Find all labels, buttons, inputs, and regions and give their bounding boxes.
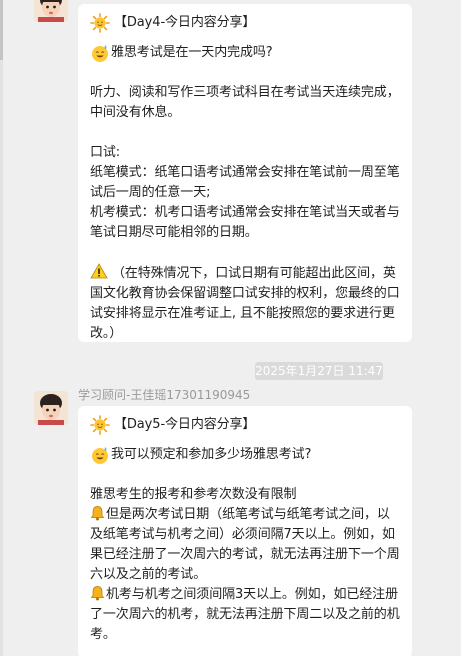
rule-1-text: 但是两次考试日期（纸笔考试与纸笔考试之间，以及纸笔考试与机考之间）必须间隔7天以…: [90, 505, 402, 585]
scrollbar-track[interactable]: [0, 0, 3, 656]
message-bubble[interactable]: 【Day4-今日内容分享】 雅思考试是在一天内完成吗? 听力、阅读和写作三项考试…: [78, 4, 412, 342]
message-question: 雅思考试是在一天内完成吗?: [90, 43, 402, 63]
warning-icon: [90, 263, 108, 279]
oral-computer-text: 机考模式：机考口语考试通常会安排在笔试当天或者与笔试日期尽可能相邻的日期。: [90, 205, 400, 240]
rule-2-content: 机考与机考之间须间隔3天以上。例如，如已经注册了一次周六的机考，就无法再注册下周…: [90, 587, 400, 642]
question-text: 雅思考试是在一天内完成吗?: [111, 45, 273, 60]
avatar[interactable]: [34, 391, 68, 425]
message-question: 我可以预定和参加多少场雅思考试?: [90, 445, 402, 465]
message-bubble[interactable]: 【Day5-今日内容分享】 我可以预定和参加多少场雅思考试? 雅思考生的报考和参…: [78, 406, 412, 656]
sweat-smile-emoji-icon: [92, 45, 108, 62]
scrollbar-thumb[interactable]: [0, 0, 3, 60]
answer-text: 听力、阅读和写作三项考试科目在考试当天连续完成，中间没有休息。: [90, 85, 400, 120]
message-title: 【Day4-今日内容分享】: [90, 13, 402, 33]
message-title: 【Day5-今日内容分享】: [90, 415, 402, 435]
avatar[interactable]: [34, 0, 68, 22]
oral-paper-text: 纸笔模式：纸笔口语考试通常会安排在笔试前一周至笔试后一周的任意一天;: [90, 165, 400, 200]
sun-emoji-icon: [90, 13, 110, 33]
note-text: （在特殊情况下，口试日期有可能超出此区间，英国文化教育协会保留调整口试安排的权利…: [90, 263, 402, 344]
sun-emoji-icon: [90, 415, 110, 435]
timestamp: 2025年1月27日 11:47: [255, 362, 383, 380]
answer-text: 雅思考生的报考和参考次数没有限制: [90, 487, 297, 502]
bell-icon: [90, 506, 105, 521]
message-title-text: 【Day4-今日内容分享】: [114, 15, 256, 30]
bell-icon: [90, 586, 105, 601]
rule-1-content: 但是两次考试日期（纸笔考试与纸笔考试之间，以及纸笔考试与机考之间）必须间隔7天以…: [90, 507, 400, 582]
sender-name: 学习顾问-王佳瑶17301190945: [78, 388, 251, 402]
note-content: （在特殊情况下，口试日期有可能超出此区间，英国文化教育协会保留调整口试安排的权利…: [90, 266, 400, 341]
rule-2-text: 机考与机考之间须间隔3天以上。例如，如已经注册了一次周六的机考，就无法再注册下周…: [90, 585, 402, 645]
question-text: 我可以预定和参加多少场雅思考试?: [111, 447, 312, 462]
oral-heading: 口试:: [90, 145, 121, 160]
message-title-text: 【Day5-今日内容分享】: [114, 417, 256, 432]
sweat-smile-emoji-icon: [92, 447, 108, 464]
